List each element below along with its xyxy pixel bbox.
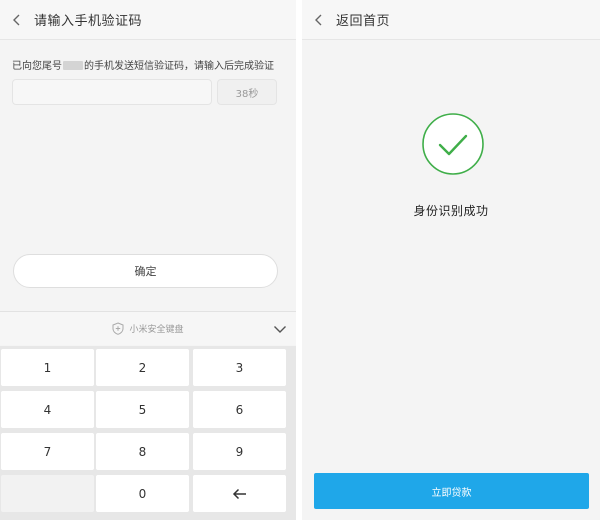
key-8[interactable]: 8 (96, 433, 189, 470)
sms-prompt-text: 已向您尾号 的手机发送短信验证码，请输入后完成验证 (12, 57, 292, 72)
numeric-keypad: 1 2 3 4 5 6 7 8 9 0 (0, 346, 296, 520)
status-message: 身份识别成功 (413, 204, 489, 218)
key-5[interactable]: 5 (96, 391, 189, 428)
secure-keyboard-bar: 小米安全键盘 (0, 311, 296, 345)
backspace-key[interactable] (193, 475, 286, 512)
sms-verification-screen: 请输入手机验证码 已向您尾号 的手机发送短信验证码，请输入后完成验证 38秒 确定… (0, 0, 296, 520)
identity-success-screen: 返回首页 身份识别成功 立即贷款 (302, 0, 600, 520)
prompt-suffix: 的手机发送短信验证码，请输入后完成验证 (84, 61, 274, 72)
key-1[interactable]: 1 (1, 349, 94, 386)
key-blank (1, 475, 94, 512)
key-0[interactable]: 0 (96, 475, 189, 512)
chevron-left-icon[interactable] (302, 0, 336, 40)
key-6[interactable]: 6 (193, 391, 286, 428)
chevron-left-icon[interactable] (0, 0, 34, 40)
apply-loan-button[interactable]: 立即贷款 (314, 473, 589, 509)
chevron-down-icon[interactable] (270, 319, 290, 339)
verification-code-input[interactable] (12, 79, 212, 105)
keyboard-label: 小米安全键盘 (129, 325, 184, 335)
masked-phone-digits (63, 61, 83, 70)
page-title: 请输入手机验证码 (34, 14, 143, 29)
key-4[interactable]: 4 (1, 391, 94, 428)
key-7[interactable]: 7 (1, 433, 94, 470)
resend-countdown-button[interactable]: 38秒 (217, 79, 277, 105)
confirm-button[interactable]: 确定 (13, 254, 278, 288)
shield-plus-icon (112, 322, 124, 335)
header: 返回首页 (302, 0, 600, 40)
arrow-left-icon (232, 488, 248, 500)
header: 请输入手机验证码 (0, 0, 296, 40)
back-to-home-link[interactable]: 返回首页 (336, 10, 390, 29)
key-2[interactable]: 2 (96, 349, 189, 386)
key-3[interactable]: 3 (193, 349, 286, 386)
key-9[interactable]: 9 (193, 433, 286, 470)
prompt-prefix: 已向您尾号 (12, 61, 62, 72)
checkmark-circle-icon (421, 112, 485, 176)
